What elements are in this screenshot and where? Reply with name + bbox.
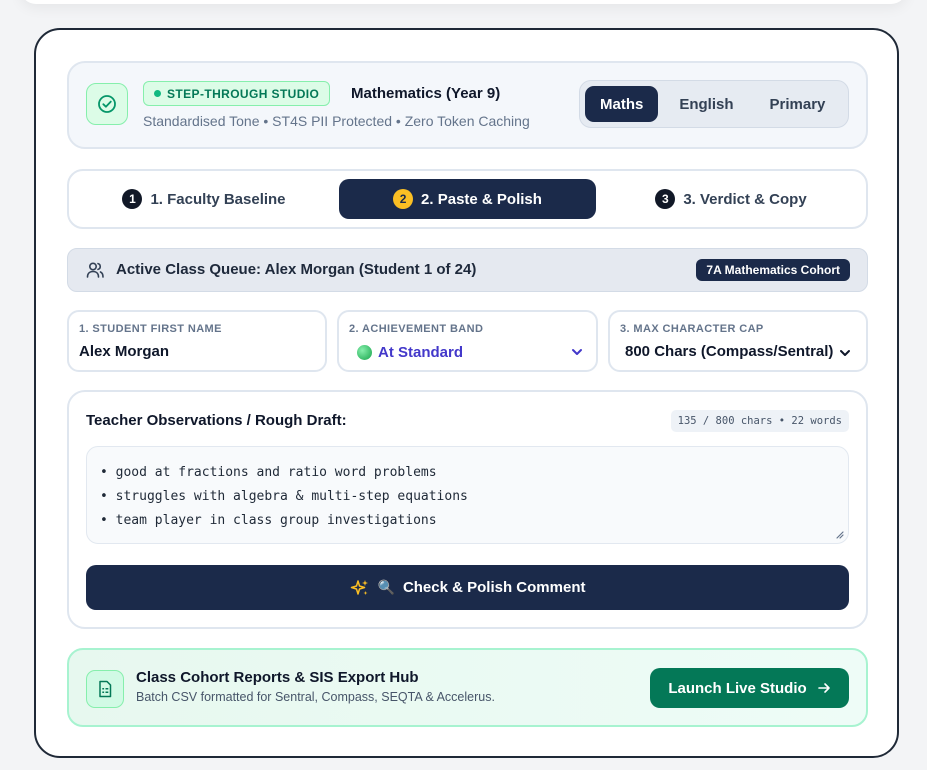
subject-title: Mathematics (Year 9) [351,85,501,102]
top-card-edge [20,0,907,4]
character-counter: 135 / 800 chars • 22 words [670,410,849,432]
subject-switcher: Maths English Primary [579,80,849,128]
draft-textarea[interactable]: • good at fractions and ratio word probl… [86,446,849,544]
step-number: 3 [655,189,676,209]
draft-card: Teacher Observations / Rough Draft: 135 … [67,390,868,629]
step-number: 2 [393,189,414,209]
achievement-band-value[interactable]: At Standard [357,344,463,361]
step-number: 1 [122,189,143,209]
launch-label: Launch Live Studio [668,679,807,697]
subject-tab-maths[interactable]: Maths [585,86,659,122]
achievement-band-select[interactable]: 2. ACHIEVEMENT BAND At Standard [337,310,598,372]
chevron-down-icon[interactable] [838,346,852,360]
subject-tab-english[interactable]: English [664,86,748,122]
character-cap-value[interactable]: 800 Chars (Compass/Sentral) [625,343,838,360]
draft-line: • team player in class group investigati… [100,513,437,528]
studio-frame: STEP-THROUGH STUDIO Mathematics (Year 9)… [34,28,899,758]
header-subtitle: Standardised Tone • ST4S PII Protected •… [143,113,530,129]
hub-subtitle: Batch CSV formatted for Sentral, Compass… [136,690,495,704]
step-tabs: 1 1. Faculty Baseline 2 2. Paste & Polis… [67,169,868,229]
check-circle-icon [86,83,128,125]
sparkles-icon [350,579,368,595]
step-label: 1. Faculty Baseline [150,190,286,208]
draft-line: • struggles with algebra & multi-step eq… [100,489,468,504]
spreadsheet-icon [86,670,124,708]
class-queue-bar: Active Class Queue: Alex Morgan (Student… [67,248,868,292]
studio-badge-label: STEP-THROUGH STUDIO [167,86,320,101]
student-name-label: 1. STUDENT FIRST NAME [79,323,222,335]
band-text: At Standard [378,344,464,361]
hub-title: Class Cohort Reports & SIS Export Hub [136,669,419,686]
check-polish-button[interactable]: 🔍 Check & Polish Comment [86,565,849,610]
chevron-down-icon[interactable] [570,345,584,359]
export-hub: Class Cohort Reports & SIS Export Hub Ba… [67,648,868,727]
studio-badge: STEP-THROUGH STUDIO [143,81,331,106]
character-cap-select[interactable]: 3. MAX CHARACTER CAP 800 Chars (Compass/… [608,310,868,372]
step-tab-faculty-baseline[interactable]: 1 1. Faculty Baseline [79,179,329,219]
studio-header: STEP-THROUGH STUDIO Mathematics (Year 9)… [67,61,868,149]
band-indicator-icon [357,345,372,360]
student-name-field[interactable]: 1. STUDENT FIRST NAME Alex Morgan [67,310,327,372]
step-tab-verdict-copy[interactable]: 3 3. Verdict & Copy [606,179,856,219]
status-dot [154,90,161,97]
users-icon [86,262,104,278]
arrow-right-icon [817,683,830,693]
step-label: 2. Paste & Polish [421,190,542,208]
draft-title: Teacher Observations / Rough Draft: [86,412,347,429]
draft-line: • good at fractions and ratio word probl… [100,465,437,480]
step-label: 3. Verdict & Copy [683,190,807,208]
check-polish-label: Check & Polish Comment [402,579,586,596]
subject-tab-primary[interactable]: Primary [755,86,841,122]
resize-grip-icon[interactable] [834,529,844,539]
step-tab-paste-polish[interactable]: 2 2. Paste & Polish [339,179,596,219]
magnifier-icon: 🔍 [377,579,395,595]
cohort-badge: 7A Mathematics Cohort [696,259,850,281]
queue-status: Active Class Queue: Alex Morgan (Student… [116,261,477,278]
achievement-band-label: 2. ACHIEVEMENT BAND [349,323,484,335]
launch-live-studio-button[interactable]: Launch Live Studio [650,668,849,708]
student-name-value[interactable]: Alex Morgan [79,343,169,360]
character-cap-label: 3. MAX CHARACTER CAP [620,323,764,335]
